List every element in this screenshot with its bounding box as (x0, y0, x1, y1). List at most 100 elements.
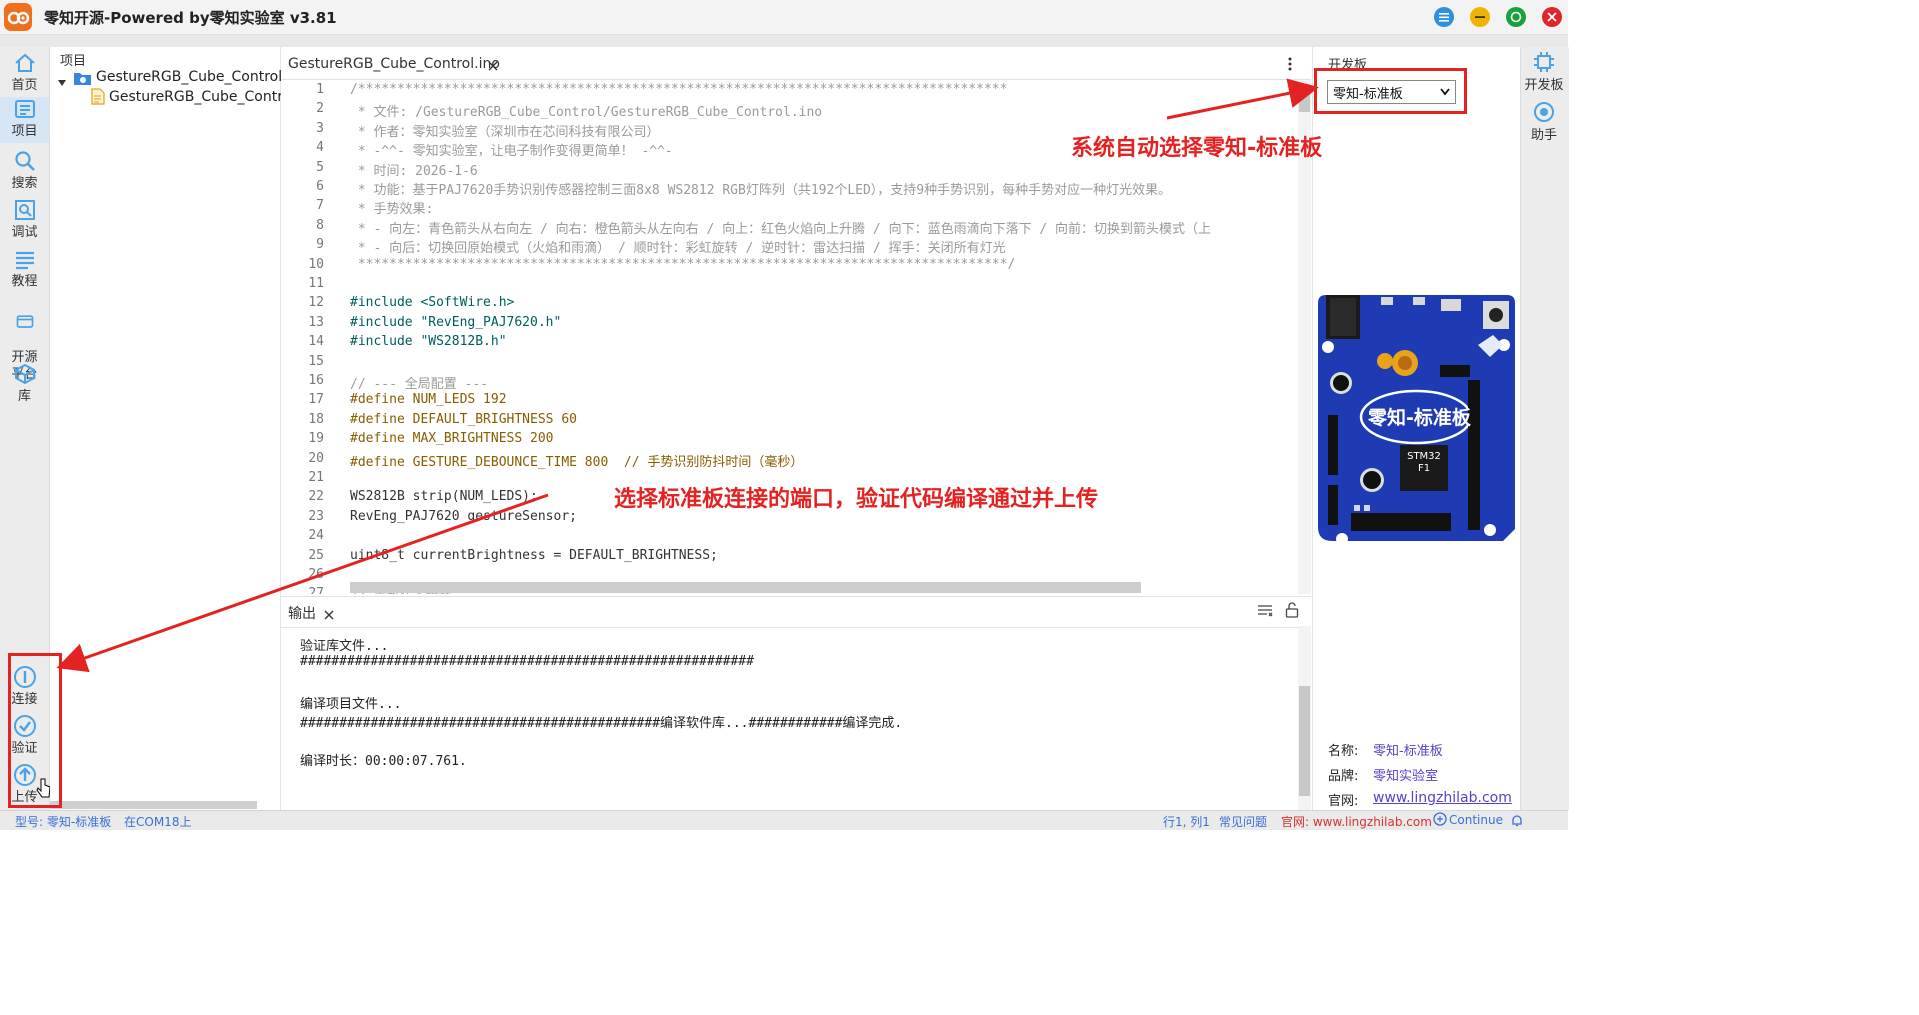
code-line[interactable]: * - 向左：青色箭头从右向左 / 向右：橙色箭头从左向右 / 向上：红色火焰向… (350, 218, 1211, 237)
status-continue[interactable]: Continue (1449, 813, 1503, 827)
code-line[interactable]: /***************************************… (350, 82, 1007, 97)
line-number: 16 (308, 373, 324, 388)
project-icon (14, 100, 35, 118)
more-options-icon[interactable] (1286, 56, 1294, 76)
maximize-icon[interactable] (1506, 7, 1526, 27)
code-line[interactable]: #include "WS2812B.h" (350, 334, 507, 349)
line-number: 7 (316, 198, 324, 214)
code-line[interactable]: * - 向后：切换回原始模式（火焰和雨滴） / 顺时针：彩虹旋转 / 逆时针：雷… (350, 237, 1006, 256)
status-cursor: 行1, 列1 (1163, 815, 1210, 829)
right-bar-board[interactable]: 开发板 (1520, 50, 1568, 93)
continue-icon (1433, 812, 1447, 829)
code-line[interactable]: * 文件: /GestureRGB_Cube_Control/GestureRG… (350, 101, 822, 120)
status-port[interactable]: 在COM18上 (124, 813, 191, 830)
project-panel-header: 项目 (60, 54, 87, 69)
line-number: 24 (308, 528, 324, 544)
code-line[interactable]: #define MAX_BRIGHTNESS 200 (350, 431, 554, 446)
line-number: 8 (316, 217, 324, 233)
code-line[interactable]: #include <SoftWire.h> (350, 295, 514, 310)
output-scroll-thumb[interactable] (1299, 686, 1310, 796)
line-number: 2 (316, 101, 324, 117)
line-number: 11 (308, 276, 324, 291)
home-icon (14, 53, 35, 72)
code-line[interactable]: #define DEFAULT_BRIGHTNESS 60 (350, 412, 577, 427)
line-number: 3 (316, 120, 324, 136)
line-number: 5 (316, 159, 324, 175)
nav-library[interactable]: 库 (0, 362, 49, 405)
code-line[interactable]: #include "RevEng_PAJ7620.h" (350, 315, 561, 330)
nav-search[interactable]: 搜索 (0, 149, 49, 192)
line-number: 26 (308, 567, 324, 582)
tab-output[interactable]: 输出 (288, 603, 316, 623)
chip-icon (1534, 52, 1554, 72)
code-line[interactable]: #define GESTURE_DEBOUNCE_TIME 800 // 手势识… (350, 451, 803, 470)
nav-tutorial[interactable]: 教程 (0, 247, 49, 290)
board-info-name-key: 名称: (1328, 744, 1359, 759)
tab-editor-label[interactable]: GestureRGB_Cube_Control.ino (288, 56, 500, 72)
line-number: 9 (316, 237, 324, 253)
code-line[interactable]: * 手势效果: (350, 198, 434, 217)
code-line[interactable]: * 作者：零知实验室（深圳市在芯间科技有限公司） (350, 121, 660, 140)
tutorial-icon (15, 251, 34, 270)
project-folder-label[interactable]: GestureRGB_Cube_Control (96, 69, 282, 85)
search-icon (14, 151, 35, 171)
status-website-link[interactable]: 官网: www.lingzhilab.com (1281, 813, 1432, 830)
close-output-icon[interactable] (323, 606, 335, 625)
chevron-down-icon[interactable] (57, 73, 67, 92)
right-bar-assistant[interactable]: 助手 (1520, 100, 1568, 143)
menu-icon[interactable] (1434, 7, 1454, 27)
nav-project[interactable]: 项目 (0, 97, 49, 143)
code-line[interactable]: * -^^- 零知实验室，让电子制作变得更简单！ -^^- (350, 140, 673, 159)
close-tab-icon[interactable] (487, 57, 499, 76)
folder-icon (73, 70, 92, 90)
nav-debug-label: 调试 (11, 225, 38, 240)
line-number: 20 (308, 450, 324, 466)
tree-scrollbar[interactable] (50, 801, 257, 809)
minimize-icon[interactable] (1470, 7, 1490, 27)
line-number: 17 (308, 392, 324, 408)
annotation-board-note: 系统自动选择零知-标准板 (1071, 136, 1323, 161)
line-number: 1 (316, 82, 324, 97)
code-line[interactable]: // --- 全局配置 --- (350, 373, 488, 392)
nav-home[interactable]: 首页 (0, 51, 49, 94)
board-info-site-key: 官网: (1328, 794, 1359, 809)
clear-output-icon[interactable] (1257, 603, 1273, 622)
right-bar-board-label: 开发板 (1524, 78, 1564, 93)
chip-label: STM32 F1 (1407, 451, 1441, 474)
project-file-label[interactable]: GestureRGB_Cube_Control (109, 89, 295, 105)
output-line: ########################################… (300, 654, 754, 670)
project-panel (50, 47, 281, 810)
code-line[interactable]: RevEng_PAJ7620 gestureSensor; (350, 509, 577, 524)
top-strip (0, 35, 1568, 47)
app-logo-icon (4, 3, 32, 31)
board-illustration: 零知-标准板 STM32 F1 (1318, 295, 1515, 547)
line-number: 6 (316, 179, 324, 194)
status-faq-link[interactable]: 常见问题 (1219, 813, 1267, 830)
board-name-on-pcb: 零知-标准板 (1368, 407, 1471, 429)
lock-icon[interactable] (1285, 602, 1299, 622)
code-line[interactable]: #define NUM_LEDS 192 (350, 392, 507, 407)
annotation-box-upload-buttons (8, 653, 62, 808)
board-info-brand-value: 零知实验室 (1373, 769, 1439, 784)
window-title: 零知开源-Powered by零知实验室 v3.81 (44, 9, 337, 27)
code-line[interactable]: WS2812B strip(NUM_LEDS); (350, 489, 538, 504)
assistant-icon (1534, 102, 1554, 122)
output-line: 编译项目文件... (300, 696, 402, 712)
code-line[interactable]: * 功能：基于PAJ7620手势识别传感器控制三面8x8 WS2812 RGB灯… (350, 179, 1171, 198)
code-line[interactable]: ****************************************… (350, 257, 1015, 272)
editor-horizontal-scrollbar[interactable] (350, 582, 1141, 593)
close-window-icon[interactable] (1542, 7, 1562, 27)
annotation-upload-note: 选择标准板连接的端口，验证代码编译通过并上传 (614, 487, 1099, 512)
right-bar-assistant-label: 助手 (1530, 128, 1557, 143)
nav-debug[interactable]: 调试 (0, 198, 49, 241)
line-number: 13 (308, 314, 324, 330)
code-line[interactable]: * 时间: 2026-1-6 (350, 160, 478, 179)
file-icon (91, 88, 105, 109)
notification-bell-icon[interactable] (1511, 813, 1523, 830)
line-number: 19 (308, 431, 324, 447)
nav-project-label: 项目 (11, 124, 38, 139)
code-line[interactable]: uint8_t currentBrightness = DEFAULT_BRIG… (350, 548, 718, 563)
line-number: 25 (308, 547, 324, 563)
board-info-site-link[interactable]: www.lingzhilab.com (1373, 790, 1512, 806)
editor-scroll-thumb[interactable] (1299, 84, 1310, 112)
